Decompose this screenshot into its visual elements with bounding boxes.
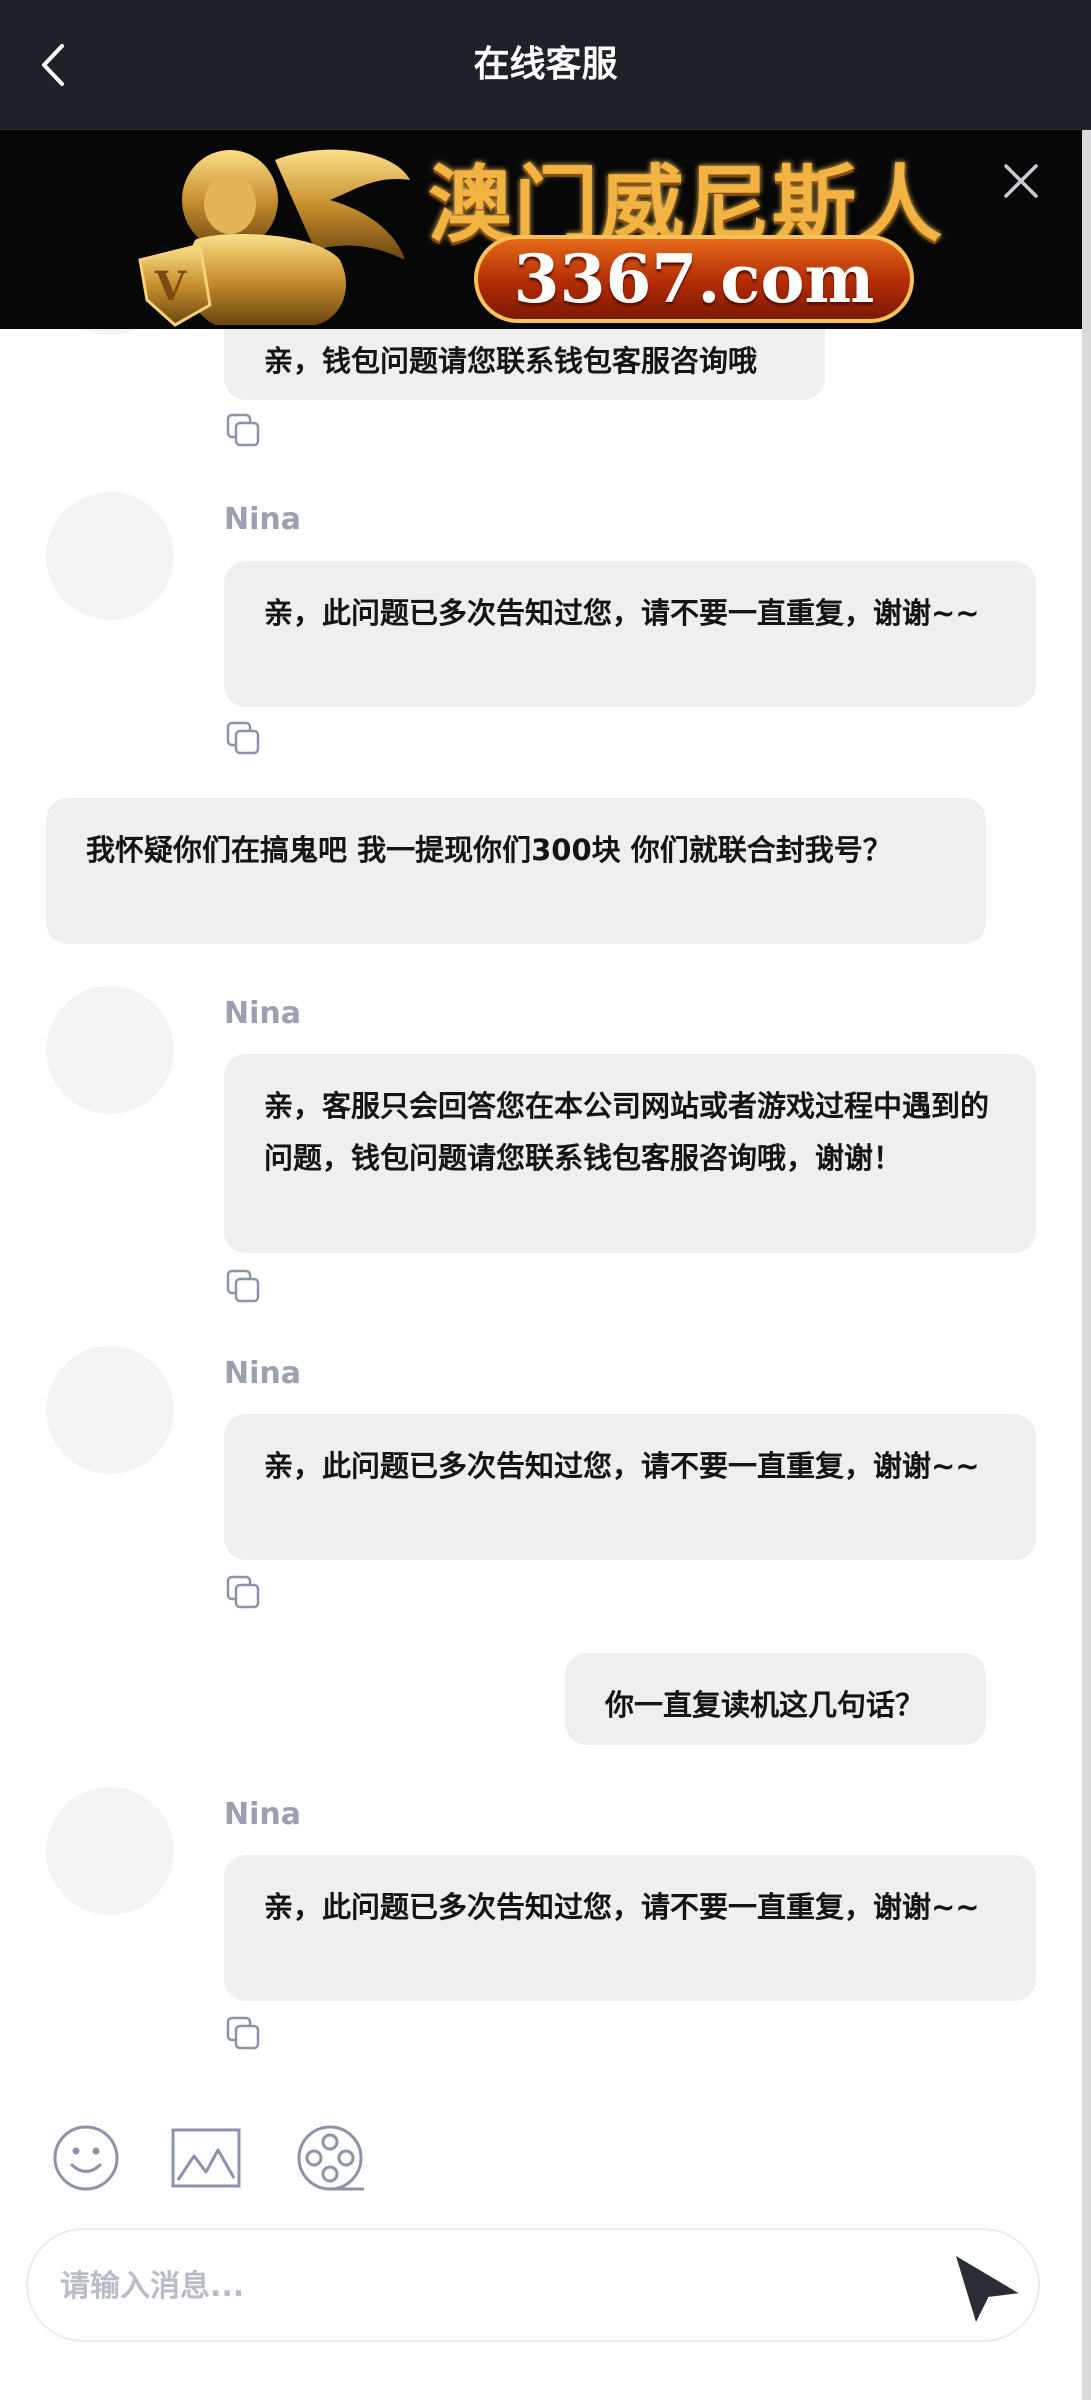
ad-banner[interactable]: V 澳门威尼斯人 3367.com	[0, 130, 1082, 329]
composer-toolbar	[0, 2120, 1082, 2220]
agent-avatar	[46, 1346, 174, 1474]
message-bubble: 亲，此问题已多次告知过您，请不要一直重复，谢谢~~	[224, 1855, 1036, 2001]
copy-icon[interactable]	[226, 2016, 260, 2050]
scrollbar[interactable]	[1082, 130, 1091, 2400]
agent-avatar	[46, 492, 174, 620]
agent-avatar	[46, 1787, 174, 1915]
agent-avatar	[46, 986, 174, 1114]
message-bubble: 亲，此问题已多次告知过您，请不要一直重复，谢谢~~	[224, 1414, 1036, 1560]
user-message-bubble: 我怀疑你们在搞鬼吧 我一提现你们300块 你们就联合封我号？	[46, 798, 986, 944]
user-message-bubble: 你一直复读机这几句话？	[565, 1653, 986, 1745]
message-composer	[26, 2228, 1040, 2342]
agent-name: Nina	[224, 1356, 301, 1391]
copy-icon[interactable]	[226, 721, 260, 755]
message-bubble: 亲，此问题已多次告知过您，请不要一直重复，谢谢~~	[224, 561, 1036, 707]
winged-lion-logo: V	[138, 149, 410, 327]
image-icon[interactable]	[168, 2120, 244, 2196]
brand-name: 澳门威尼斯人	[428, 155, 945, 254]
copy-icon[interactable]	[226, 413, 260, 447]
message-bubble: 亲，客服只会回答您在本公司网站或者游戏过程中遇到的问题，钱包问题请您联系钱包客服…	[224, 1054, 1036, 1253]
message-bubble: 亲，钱包问题请您联系钱包客服咨询哦	[224, 329, 825, 400]
agent-name: Nina	[224, 1797, 301, 1832]
agent-name: Nina	[224, 996, 301, 1031]
message-input[interactable]	[58, 2252, 922, 2320]
copy-icon[interactable]	[226, 1269, 260, 1303]
film-reel-icon[interactable]	[292, 2120, 368, 2196]
svg-text:V: V	[154, 263, 187, 310]
agent-avatar	[46, 329, 174, 335]
page-title: 在线客服	[473, 44, 618, 85]
copy-icon[interactable]	[226, 1575, 260, 1609]
app-header: 在线客服	[0, 0, 1091, 130]
message-list[interactable]: 亲，钱包问题请您联系钱包客服咨询哦 Nina 亲，此问题已多次告知过您，请不要一…	[0, 329, 1082, 2099]
banner-url: 3367.com	[513, 240, 875, 318]
url-pill: 3367.com	[474, 235, 914, 323]
agent-name: Nina	[224, 502, 301, 537]
close-icon[interactable]	[1000, 160, 1042, 202]
emoji-icon[interactable]	[48, 2120, 124, 2196]
send-icon[interactable]	[950, 2250, 1024, 2324]
